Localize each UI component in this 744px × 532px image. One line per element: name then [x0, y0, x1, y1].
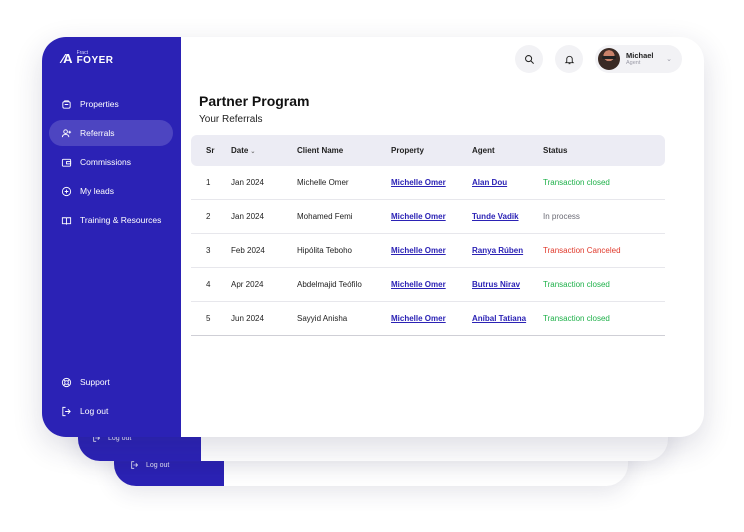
sidebar: ⁄A Fract FOYER Properties Referrals Comm… [42, 37, 181, 437]
status-text: Transaction Canceled [543, 246, 621, 255]
lifebuoy-icon [61, 377, 72, 387]
agent-link[interactable]: Ranya Rúben [472, 246, 523, 255]
table-row: 2 Jan 2024 Mohamed Femi Michelle Omer Tu… [191, 200, 665, 234]
sidebar-item-properties[interactable]: Properties [49, 91, 173, 117]
property-link[interactable]: Michelle Omer [391, 246, 446, 255]
notifications-button[interactable] [555, 45, 583, 73]
sort-chevron-icon: ⌄ [250, 149, 256, 155]
cell-client: Michelle Omer [297, 178, 349, 187]
cell-sr: 2 [206, 212, 211, 221]
cell-client: Mohamed Femi [297, 212, 353, 221]
sidebar-bottom-nav: Support Log out [49, 369, 173, 427]
table-row: 1 Jan 2024 Michelle Omer Michelle Omer A… [191, 166, 665, 200]
property-link[interactable]: Michelle Omer [391, 280, 446, 289]
sidebar-item-label: Properties [80, 99, 119, 109]
logout-icon [62, 406, 71, 416]
sidebar-item-label: Commissions [80, 157, 132, 167]
cell-sr: 4 [206, 280, 211, 289]
status-text: Transaction closed [543, 178, 610, 187]
status-text: Transaction closed [543, 280, 610, 289]
cell-date: Jun 2024 [231, 314, 264, 323]
sidebar-item-commissions[interactable]: Commissions [49, 149, 173, 175]
logo-words: Fract FOYER [77, 51, 114, 66]
sidebar-item-support[interactable]: Support [49, 369, 173, 395]
cell-date: Jan 2024 [231, 178, 264, 187]
cell-sr: 5 [206, 314, 211, 323]
cell-client: Sayyid Anisha [297, 314, 348, 323]
search-button[interactable] [515, 45, 543, 73]
sidebar-nav: Properties Referrals Commissions My lead… [49, 91, 173, 236]
table-row: 4 Apr 2024 Abdelmajid Teófilo Michelle O… [191, 268, 665, 302]
sidebar-item-label: Support [80, 377, 110, 387]
column-header-agent: Agent [472, 146, 495, 155]
sidebar-item-label: Referrals [80, 128, 115, 138]
logo-mark-icon: ⁄A [62, 51, 73, 66]
agent-link[interactable]: Tunde Vadik [472, 212, 519, 221]
sidebar-item-label: My leads [80, 186, 115, 196]
logout-icon [131, 461, 139, 469]
column-header-sr: Sr [206, 146, 215, 155]
status-text: In process [543, 212, 580, 221]
cell-client: Abdelmajid Teófilo [297, 280, 362, 289]
status-text: Transaction closed [543, 314, 610, 323]
app-mockup: Log out Log out ⁄A Fract FOYER Propertie… [0, 0, 744, 532]
cell-sr: 1 [206, 178, 211, 187]
main-window: ⁄A Fract FOYER Properties Referrals Comm… [42, 37, 704, 437]
background-logout-label: Log out [146, 461, 170, 469]
chevron-down-icon: ⌄ [666, 56, 672, 63]
column-header-label: Date [231, 146, 249, 155]
user-name: Michael [626, 50, 654, 60]
column-header-property: Property [391, 146, 424, 155]
user-role: Agent [626, 60, 641, 67]
table-row: 3 Feb 2024 Hipólita Teboho Michelle Omer… [191, 234, 665, 268]
avatar [598, 48, 620, 70]
page-subtitle: Your Referrals [199, 114, 263, 125]
brand-logo[interactable]: ⁄A Fract FOYER [62, 51, 114, 67]
property-link[interactable]: Michelle Omer [391, 178, 446, 187]
table-header: Sr Date ⌄ Client Name Property Agent Stat… [191, 135, 665, 166]
column-header-date[interactable]: Date ⌄ [231, 146, 297, 155]
bell-icon [564, 55, 574, 64]
book-icon [61, 216, 72, 225]
property-link[interactable]: Michelle Omer [391, 314, 446, 323]
column-header-status: Status [543, 146, 568, 155]
cell-sr: 3 [206, 246, 211, 255]
wallet-icon [61, 158, 72, 167]
main-content: Michael Agent ⌄ Partner Program Your Ref… [181, 37, 704, 437]
agent-link[interactable]: Butrus Nirav [472, 280, 520, 289]
cell-date: Jan 2024 [231, 212, 264, 221]
sidebar-item-referrals[interactable]: Referrals [49, 120, 173, 146]
table-row: 5 Jun 2024 Sayyid Anisha Michelle Omer A… [191, 302, 665, 336]
page-title: Partner Program [199, 93, 310, 109]
cell-client: Hipólita Teboho [297, 246, 353, 255]
agent-link[interactable]: Alan Dou [472, 178, 507, 187]
sidebar-item-training[interactable]: Training & Resources [49, 207, 173, 233]
plus-circle-icon [61, 186, 72, 196]
sidebar-item-label: Training & Resources [80, 215, 162, 225]
column-header-client: Client Name [297, 146, 344, 155]
header-actions: Michael Agent ⌄ [515, 45, 682, 73]
background-logout: Log out [130, 460, 169, 470]
agent-link[interactable]: Aníbal Tatiana [472, 314, 526, 323]
user-info: Michael Agent [626, 50, 660, 67]
cell-date: Feb 2024 [231, 246, 265, 255]
building-icon [62, 99, 71, 109]
property-link[interactable]: Michelle Omer [391, 212, 446, 221]
search-icon [524, 54, 534, 64]
user-plus-icon [61, 128, 72, 137]
user-menu[interactable]: Michael Agent ⌄ [595, 45, 682, 73]
sidebar-item-label: Log out [80, 406, 109, 416]
sidebar-item-logout[interactable]: Log out [49, 398, 173, 424]
referrals-table: Sr Date ⌄ Client Name Property Agent Stat… [191, 135, 665, 336]
sidebar-item-my-leads[interactable]: My leads [49, 178, 173, 204]
logo-name: FOYER [76, 55, 114, 66]
cell-date: Apr 2024 [231, 280, 264, 289]
